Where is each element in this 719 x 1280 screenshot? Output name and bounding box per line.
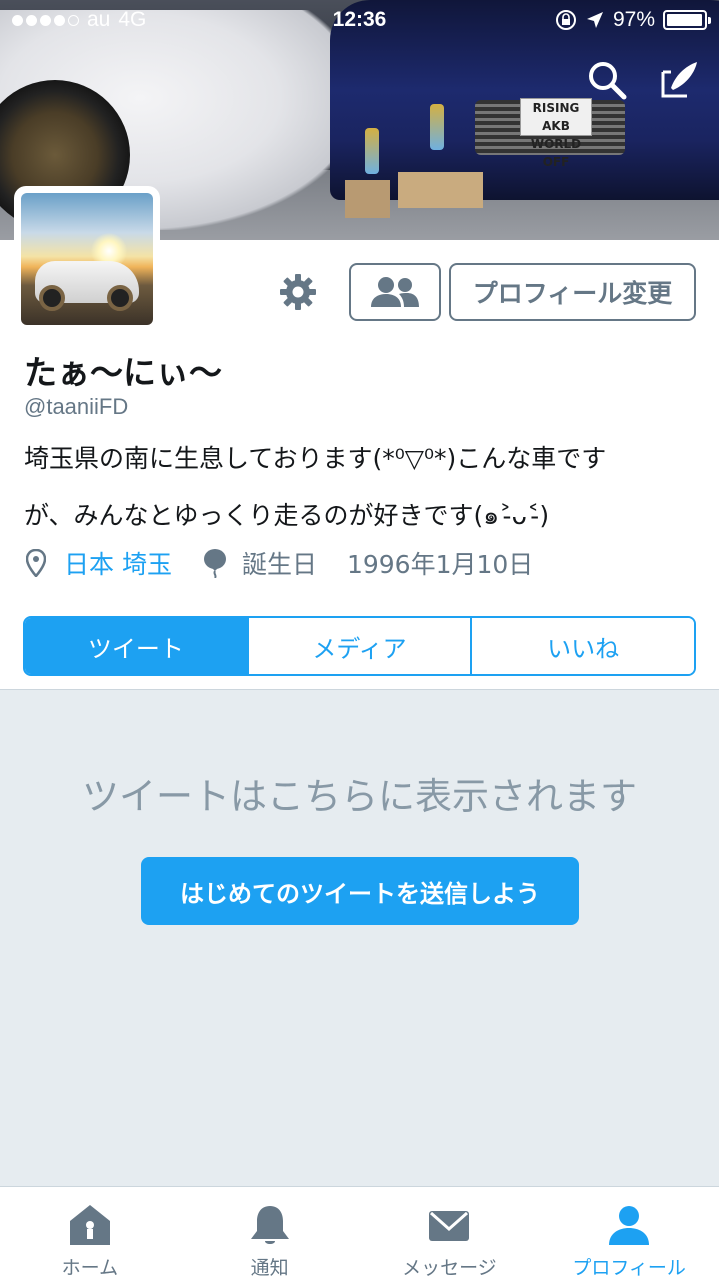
tab-likes[interactable]: いいね [472,618,694,674]
bio-line: 埼玉県の南に生息しております(*⁰▽⁰*)こんな車です [24,444,607,473]
edit-profile-button[interactable]: プロフィール変更 [449,263,696,321]
tabbar-notifications[interactable]: 通知 [180,1187,360,1280]
tabbar-home[interactable]: ホーム [0,1187,180,1280]
bio-line: が、みんなとゆっくり走るのが好きです(๑˃̵ᴗ˂̵) [24,501,550,530]
tabbar-label: メッセージ [402,1257,497,1279]
banner-plate: RISING AKB WORLD OFF [520,98,592,169]
battery-percent: 97% [612,8,655,31]
banner-actions [585,58,701,102]
status-bar: au 4G 12:36 97% [0,0,719,40]
tabbar-label: 通知 [250,1257,289,1279]
rotation-lock-icon [555,10,576,30]
bottom-tab-bar: ホーム 通知 メッセージ プロフィール [0,1186,719,1280]
tabbar-profile[interactable]: プロフィール [539,1187,719,1280]
people-icon [371,277,419,307]
balloon-icon [203,549,226,578]
profile-meta: 日本 埼玉 誕生日 1996年1月10日 [26,545,533,581]
profile-tabs: ツイート メディア いいね [23,616,696,676]
location-link[interactable]: 日本 埼玉 [64,545,172,581]
search-icon[interactable] [585,58,629,102]
banner-trophy [430,104,444,150]
location-pin-icon [26,549,46,577]
tabbar-label: プロフィール [572,1257,686,1279]
banner-box [345,180,390,218]
profile-bio: 埼玉県の南に生息しております(*⁰▽⁰*)こんな車です が、みんなとゆっくり走る… [24,430,704,544]
birthday-label: 誕生日 [241,550,317,579]
person-icon [609,1206,650,1245]
empty-state-message: ツイートはこちらに表示されます [82,775,637,818]
tab-tweets[interactable]: ツイート [25,618,249,674]
tabbar-messages[interactable]: メッセージ [360,1187,540,1280]
bell-icon [250,1206,289,1244]
home-icon [69,1205,110,1245]
banner-box [398,172,483,208]
tabbar-label: ホーム [61,1257,119,1279]
avatar[interactable] [14,186,160,332]
compose-tweet-icon[interactable] [657,58,701,102]
people-button[interactable] [349,263,441,321]
envelope-icon [429,1211,470,1241]
timeline-area: ツイートはこちらに表示されます はじめてのツイートを送信しよう [0,689,719,1186]
location-arrow-icon [586,12,603,28]
display-name: たぁ〜にぃ〜 [24,353,222,392]
banner-trophy [365,128,379,174]
tab-media[interactable]: メディア [248,618,473,674]
settings-gear-icon[interactable] [278,272,318,312]
avatar-image [21,193,153,325]
first-tweet-button[interactable]: はじめてのツイートを送信しよう [141,857,579,925]
battery-icon [663,10,711,30]
birthday-value: 1996年1月10日 [346,550,534,579]
username-handle: @taaniiFD [24,394,129,419]
